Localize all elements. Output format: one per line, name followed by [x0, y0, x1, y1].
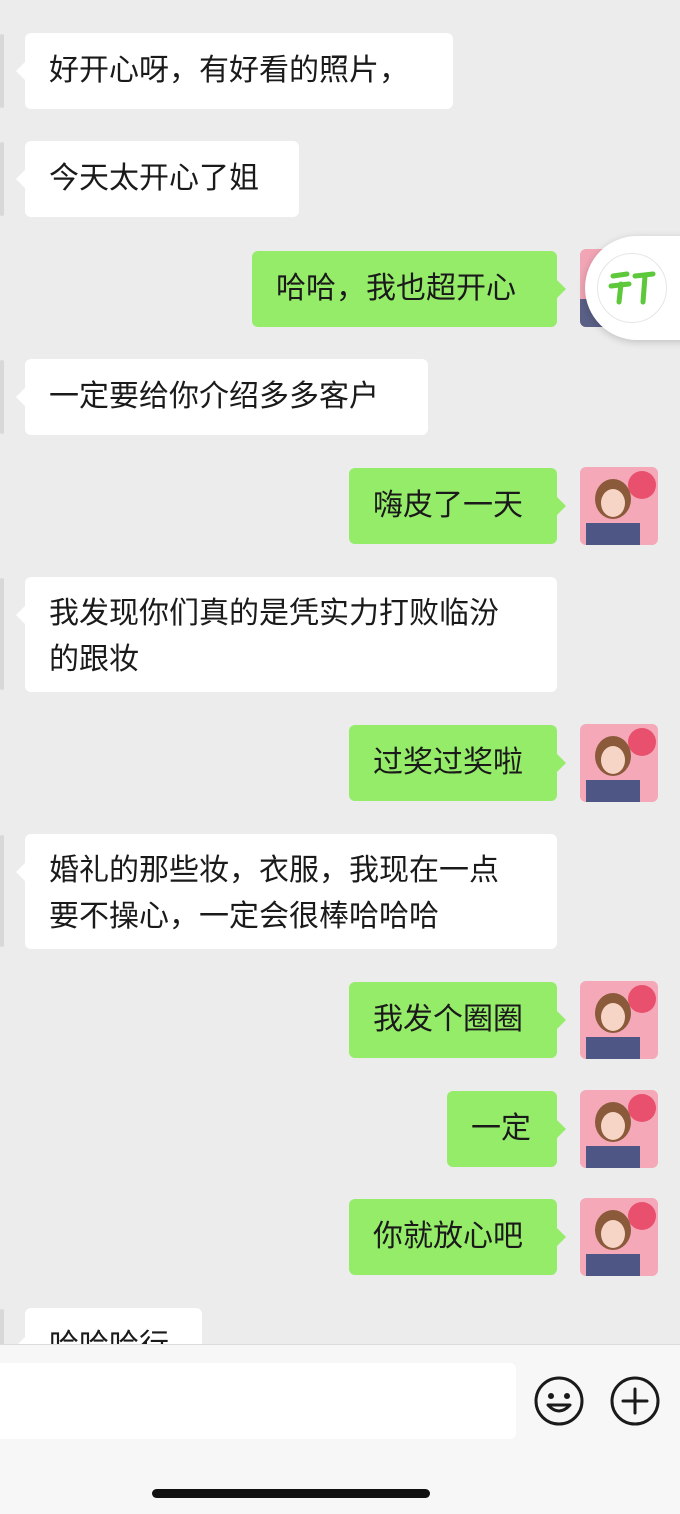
bubble-tail	[16, 62, 25, 80]
message-text: 一定	[471, 1111, 531, 1146]
message-text: 我发个圈圈	[373, 1002, 523, 1037]
message-text: 好开心呀，有好看的照片，	[49, 53, 409, 88]
message-bubble-incoming[interactable]: 婚礼的那些妆，衣服，我现在一点 要不操心，一定会很棒哈哈哈	[25, 834, 557, 949]
user-avatar[interactable]	[580, 1090, 658, 1168]
bubble-tail	[557, 497, 566, 515]
user-avatar[interactable]	[580, 467, 658, 545]
bubble-tail	[557, 1228, 566, 1246]
add-icon	[610, 1376, 660, 1426]
bubble-tail	[16, 1337, 25, 1344]
message-input[interactable]	[0, 1363, 516, 1439]
emoji-button[interactable]	[533, 1375, 585, 1427]
user-avatar[interactable]	[580, 1198, 658, 1276]
message-text: 过奖过奖啦	[373, 745, 523, 780]
bubble-tail	[557, 1011, 566, 1029]
message-text: 嗨皮了一天	[373, 488, 523, 523]
home-indicator[interactable]	[152, 1489, 430, 1498]
message-bubble-outgoing[interactable]: 过奖过奖啦	[349, 725, 557, 801]
incoming-marker	[0, 142, 4, 216]
bubble-tail	[557, 754, 566, 772]
message-text: 今天太开心了姐	[49, 161, 259, 196]
floating-window-button[interactable]	[585, 236, 680, 340]
message-text: 一定要给你介绍多多客户	[49, 379, 379, 414]
bubble-tail	[16, 170, 25, 188]
message-text: 哈哈，我也超开心	[276, 271, 516, 306]
message-text: 哈哈哈行	[49, 1323, 169, 1344]
message-bubble-incoming[interactable]: 今天太开心了姐	[25, 141, 299, 217]
incoming-marker	[0, 1309, 4, 1344]
message-text: 我发现你们真的是凭实力打败临汾 的跟妆	[49, 595, 499, 677]
emoji-icon	[534, 1376, 584, 1426]
message-text: 你就放心吧	[373, 1219, 523, 1254]
user-avatar[interactable]	[580, 724, 658, 802]
message-bubble-outgoing[interactable]: 哈哈，我也超开心	[252, 251, 557, 327]
message-bubble-outgoing[interactable]: 我发个圈圈	[349, 982, 557, 1058]
add-button[interactable]	[609, 1375, 661, 1427]
message-bubble-incoming[interactable]: 我发现你们真的是凭实力打败临汾 的跟妆	[25, 577, 557, 692]
message-bubble-incoming[interactable]: 一定要给你介绍多多客户	[25, 359, 428, 435]
message-bubble-incoming[interactable]: 好开心呀，有好看的照片，	[25, 33, 453, 109]
incoming-marker	[0, 578, 4, 690]
incoming-marker	[0, 360, 4, 434]
bubble-tail	[557, 1120, 566, 1138]
message-bubble-outgoing[interactable]: 你就放心吧	[349, 1199, 557, 1275]
mini-program-icon	[597, 253, 667, 323]
incoming-marker	[0, 835, 4, 947]
bubble-tail	[16, 606, 25, 624]
message-bubble-incoming[interactable]: 哈哈哈行	[25, 1308, 202, 1344]
message-text: 婚礼的那些妆，衣服，我现在一点 要不操心，一定会很棒哈哈哈	[49, 852, 499, 934]
bubble-tail	[16, 388, 25, 406]
incoming-marker	[0, 34, 4, 108]
user-avatar[interactable]	[580, 981, 658, 1059]
message-bubble-outgoing[interactable]: 一定	[447, 1091, 557, 1167]
bubble-tail	[16, 863, 25, 881]
chat-history[interactable]: 好开心呀，有好看的照片， 今天太开心了姐 哈哈，我也超开心 一定要给你介绍多多客…	[0, 0, 680, 1344]
bubble-tail	[557, 280, 566, 298]
message-bubble-outgoing[interactable]: 嗨皮了一天	[349, 468, 557, 544]
